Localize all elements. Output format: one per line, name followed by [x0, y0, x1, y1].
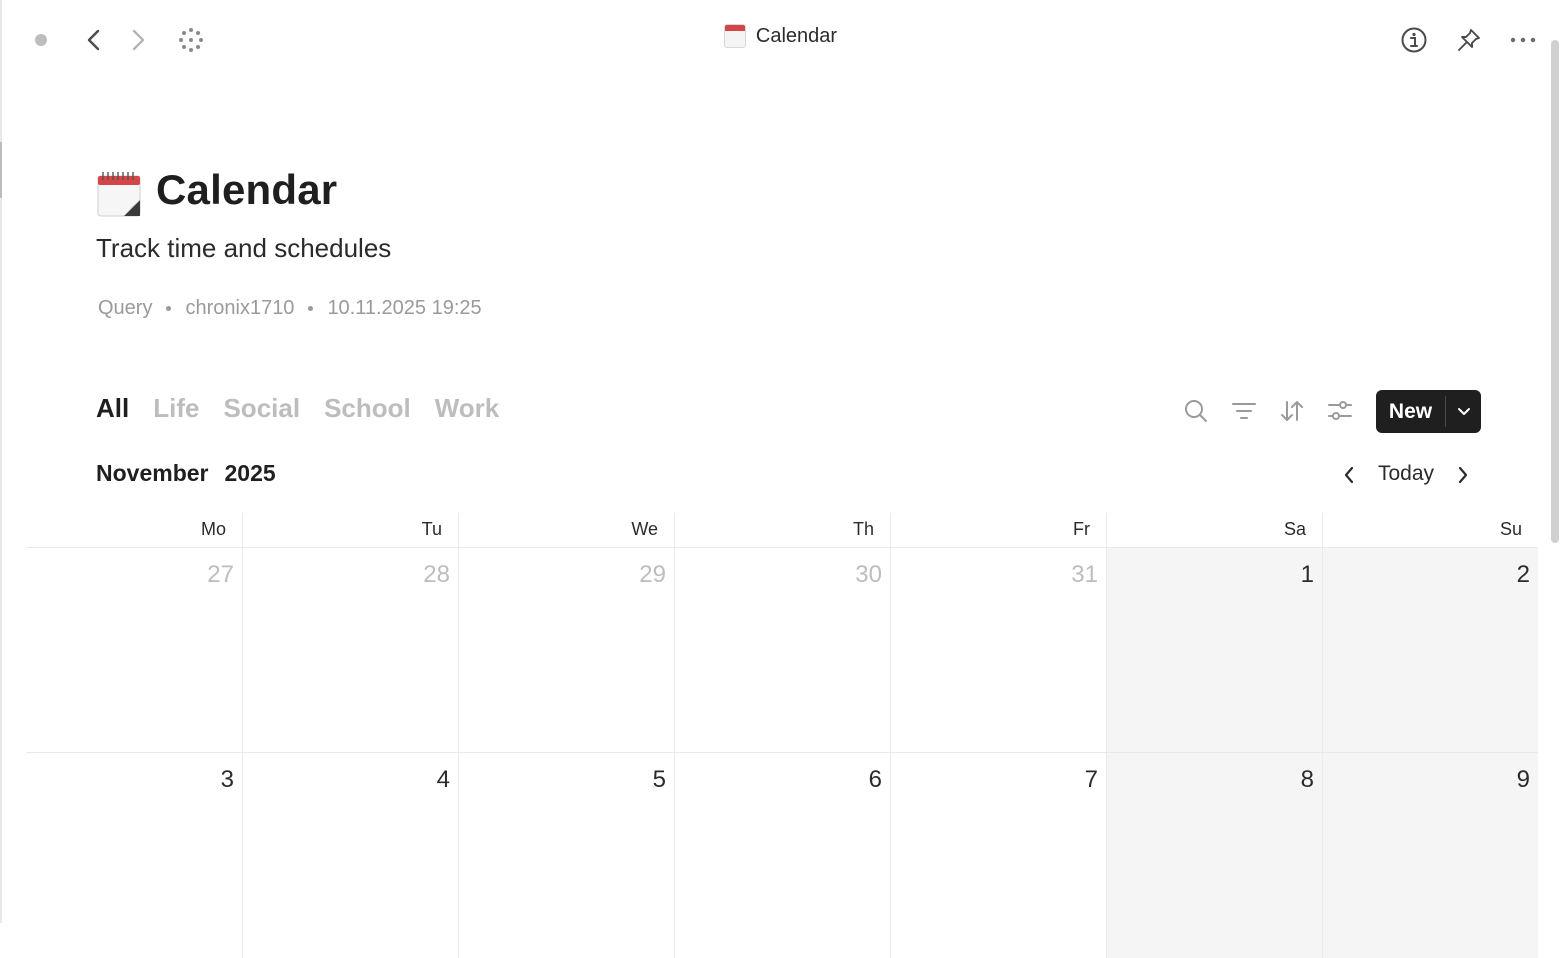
weekday-header: We: [458, 513, 674, 547]
filter-icon[interactable]: [1229, 396, 1259, 426]
day-number: 4: [436, 766, 450, 793]
new-dropdown-button[interactable]: [1446, 390, 1481, 433]
day-number: 9: [1516, 766, 1530, 793]
day-cell[interactable]: 31: [890, 548, 1106, 752]
day-number: 28: [423, 561, 450, 588]
day-cell[interactable]: 5: [458, 753, 674, 958]
today-button[interactable]: Today: [1368, 460, 1444, 488]
chevron-left-icon: [1344, 466, 1354, 484]
scrollbar-thumb[interactable]: [1551, 40, 1559, 543]
prev-month-button[interactable]: [1336, 462, 1362, 488]
day-number: 6: [868, 766, 882, 793]
day-cell[interactable]: 28: [242, 548, 458, 752]
day-number: 7: [1084, 766, 1098, 793]
year-number: 2025: [224, 460, 276, 486]
weekday-header: Mo: [200, 519, 226, 539]
top-bar: Calendar: [0, 0, 1549, 82]
resize-handle[interactable]: [0, 142, 2, 198]
chevron-right-icon: [1458, 466, 1468, 484]
calendar-body: 27 28 29 30 31 1 2 3 4 5 6 7 8 9: [26, 548, 1538, 958]
new-button-group: New: [1376, 390, 1481, 433]
day-cell[interactable]: 30: [674, 548, 890, 752]
page-meta: Query chronix1710 10.11.2025 19:25: [98, 297, 482, 320]
day-number: 27: [207, 561, 234, 588]
new-button[interactable]: New: [1376, 390, 1445, 433]
pin-icon[interactable]: [1451, 22, 1487, 58]
month-name: November: [96, 460, 209, 486]
tab-life[interactable]: Life: [153, 393, 199, 424]
week-row: 27 28 29 30 31 1 2: [26, 548, 1538, 753]
search-icon[interactable]: [1181, 396, 1211, 426]
day-cell[interactable]: 1: [1106, 548, 1322, 752]
scrollbar[interactable]: [1549, 0, 1561, 923]
window-title-label: Calendar: [755, 24, 838, 47]
day-cell[interactable]: 6: [674, 753, 890, 958]
tab-all[interactable]: All: [96, 393, 129, 424]
day-number: 30: [855, 561, 882, 588]
weekday-header: Tu: [242, 513, 458, 547]
meta-author[interactable]: chronix1710: [185, 297, 294, 320]
sort-icon[interactable]: [1277, 396, 1307, 426]
more-icon[interactable]: [1505, 22, 1541, 58]
calendar-grid: Mo Tu We Th Fr Sa Su 27 28 29 30 31 1 2 …: [26, 513, 1538, 958]
chevron-down-icon: [1457, 407, 1470, 415]
calendar-emoji-icon: [723, 24, 746, 48]
separator-dot: [166, 306, 172, 311]
weekday-header-row: Mo Tu We Th Fr Sa Su: [26, 513, 1538, 548]
weekday-header: Sa: [1106, 513, 1322, 547]
day-number: 29: [639, 561, 666, 588]
page-subtitle[interactable]: Track time and schedules: [96, 233, 391, 264]
next-month-button[interactable]: [1450, 462, 1476, 488]
day-cell[interactable]: 7: [890, 753, 1106, 958]
day-cell[interactable]: 29: [458, 548, 674, 752]
window-edge: [0, 0, 2, 923]
day-cell[interactable]: 4: [242, 753, 458, 958]
tab-work[interactable]: Work: [435, 393, 500, 424]
tab-social[interactable]: Social: [223, 393, 300, 424]
window-title: Calendar: [0, 24, 1561, 48]
meta-type: Query: [98, 297, 153, 319]
tab-school[interactable]: School: [324, 393, 411, 424]
meta-datetime: 10.11.2025 19:25: [327, 297, 482, 319]
separator-dot: [308, 306, 314, 311]
day-cell[interactable]: 2: [1322, 548, 1538, 752]
info-icon[interactable]: [1396, 22, 1432, 58]
day-number: 31: [1071, 561, 1098, 588]
page-title[interactable]: Calendar: [156, 166, 337, 214]
day-number: 8: [1300, 766, 1314, 793]
dot-icon[interactable]: [23, 22, 59, 58]
back-icon[interactable]: [76, 22, 112, 58]
page-icon[interactable]: [96, 170, 142, 218]
month-year-label: November 2025: [96, 460, 276, 487]
day-cell[interactable]: 3: [26, 753, 242, 958]
day-number: 1: [1300, 561, 1314, 588]
forward-icon[interactable]: [120, 22, 156, 58]
settings-sliders-icon[interactable]: [1325, 396, 1355, 426]
weekday-header: Su: [1322, 513, 1538, 547]
day-cell[interactable]: 27: [26, 548, 242, 752]
day-number: 3: [220, 766, 234, 793]
day-number: 5: [652, 766, 666, 793]
day-number: 2: [1516, 561, 1530, 588]
day-cell[interactable]: 8: [1106, 753, 1322, 958]
view-tabs: All Life Social School Work: [96, 393, 499, 424]
weekday-header: Fr: [890, 513, 1106, 547]
week-row: 3 4 5 6 7 8 9: [26, 753, 1538, 958]
day-cell[interactable]: 9: [1322, 753, 1538, 958]
weekday-header: Th: [674, 513, 890, 547]
grid-dots-icon[interactable]: [173, 22, 209, 58]
